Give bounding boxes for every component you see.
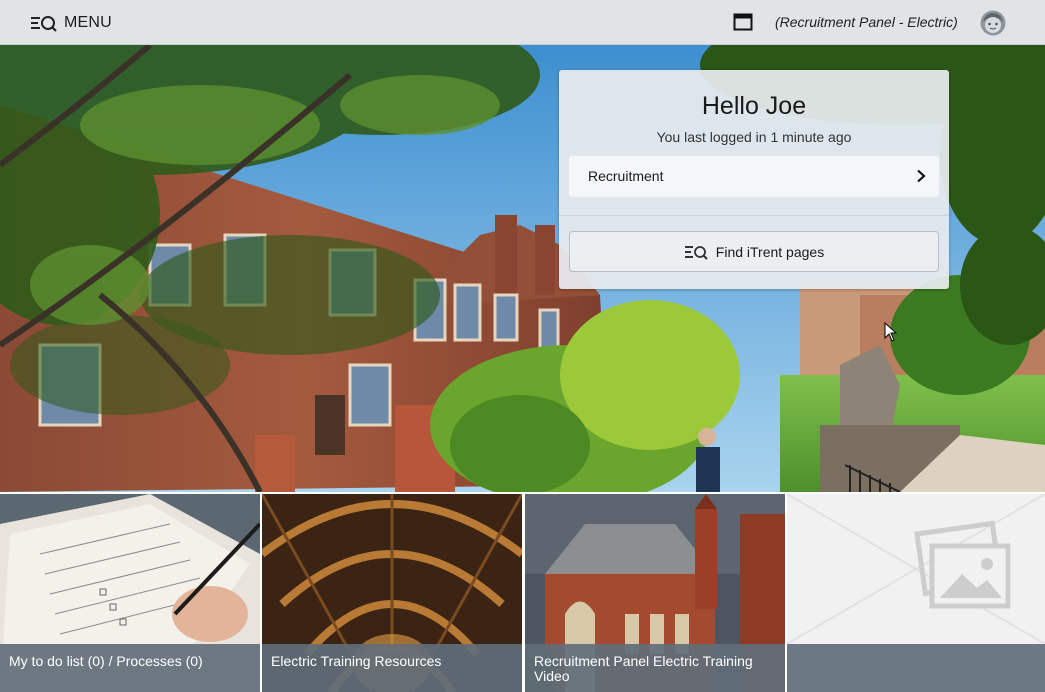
menu-label: MENU (64, 14, 112, 31)
find-itrent-pages-button[interactable]: Find iTrent pages (569, 231, 939, 272)
tile-training-resources[interactable]: Electric Training Resources (262, 494, 522, 692)
last-login-text: You last logged in 1 minute ago (656, 129, 852, 145)
welcome-card: Hello Joe You last logged in 1 minute ag… (559, 70, 949, 289)
tile-caption: My to do list (0) / Processes (0) (0, 644, 260, 692)
tile-caption (787, 644, 1045, 692)
window-icon[interactable] (733, 13, 753, 31)
tile-caption: Recruitment Panel Electric Training Vide… (525, 644, 785, 692)
menu-search-icon (684, 245, 708, 260)
greeting: Hello Joe (701, 92, 807, 120)
chevron-right-icon (917, 169, 926, 183)
top-bar: MENU (Recruitment Panel - Electric) (0, 0, 1045, 45)
tile-empty[interactable] (787, 494, 1045, 692)
mouse-cursor-icon (884, 322, 898, 342)
role-label: (Recruitment Panel - Electric) (775, 14, 958, 30)
divider (559, 215, 949, 216)
tile-todo-list[interactable]: My to do list (0) / Processes (0) (0, 494, 260, 692)
quick-link-recruitment[interactable]: Recruitment (569, 156, 939, 197)
menu-search-icon (31, 16, 57, 32)
menu-button[interactable]: MENU (30, 12, 112, 34)
tile-caption: Electric Training Resources (262, 644, 522, 692)
user-avatar-icon[interactable] (979, 9, 1007, 37)
find-button-label: Find iTrent pages (715, 243, 825, 260)
quick-link-label: Recruitment (588, 168, 664, 184)
tile-training-video[interactable]: Recruitment Panel Electric Training Vide… (525, 494, 785, 692)
